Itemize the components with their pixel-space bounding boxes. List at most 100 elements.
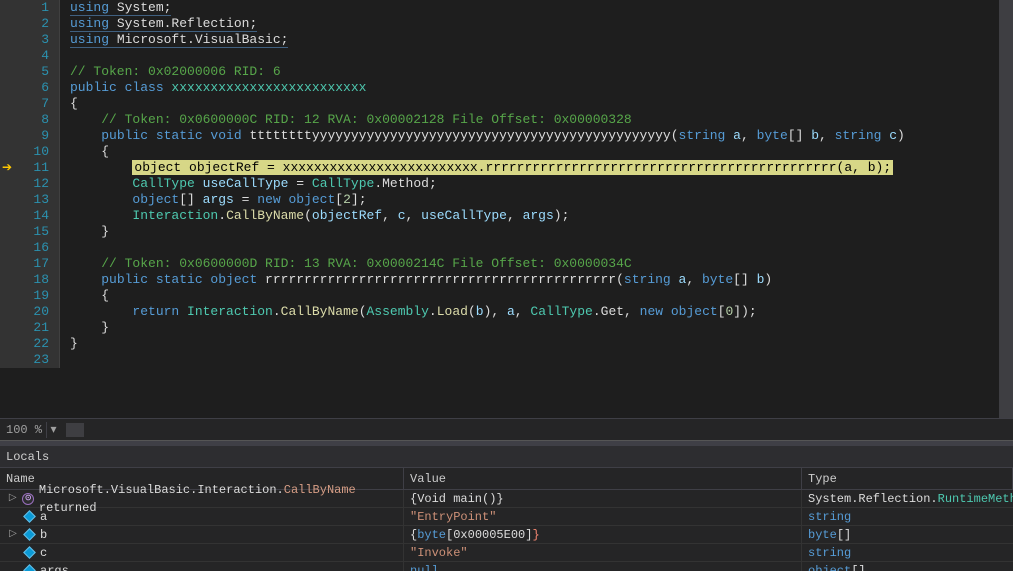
code-line[interactable]: 21 } <box>0 320 1013 336</box>
glyph-margin[interactable] <box>0 256 18 272</box>
glyph-margin[interactable] <box>0 80 18 96</box>
code-text[interactable]: public class xxxxxxxxxxxxxxxxxxxxxxxxx <box>60 80 1013 96</box>
glyph-margin[interactable] <box>0 0 18 16</box>
code-text[interactable]: using Microsoft.VisualBasic; <box>60 32 1013 48</box>
code-text[interactable]: // Token: 0x02000006 RID: 6 <box>60 64 1013 80</box>
code-line[interactable]: 19 { <box>0 288 1013 304</box>
code-line[interactable]: 22} <box>0 336 1013 352</box>
code-text[interactable]: public static void ttttttttyyyyyyyyyyyyy… <box>60 128 1013 144</box>
line-number: 10 <box>18 144 60 160</box>
code-text[interactable]: object[] args = new object[2]; <box>60 192 1013 208</box>
line-number: 3 <box>18 32 60 48</box>
code-line[interactable]: 20 return Interaction.CallByName(Assembl… <box>0 304 1013 320</box>
glyph-margin[interactable] <box>0 272 18 288</box>
locals-name-cell[interactable]: c <box>0 544 404 561</box>
code-line[interactable]: 14 Interaction.CallByName(objectRef, c, … <box>0 208 1013 224</box>
glyph-margin[interactable] <box>0 112 18 128</box>
locals-name-text: b <box>40 526 47 544</box>
code-text[interactable] <box>60 48 1013 64</box>
expander-icon[interactable]: ▷ <box>8 526 18 544</box>
code-text[interactable]: { <box>60 96 1013 112</box>
code-line[interactable]: 3using Microsoft.VisualBasic; <box>0 32 1013 48</box>
code-text[interactable]: } <box>60 336 1013 352</box>
code-text[interactable]: using System; <box>60 0 1013 16</box>
glyph-margin[interactable] <box>0 144 18 160</box>
code-line[interactable]: 1using System; <box>0 0 1013 16</box>
code-editor[interactable]: 1using System;2using System.Reflection;3… <box>0 0 1013 418</box>
code-text[interactable]: { <box>60 144 1013 160</box>
line-number: 1 <box>18 0 60 16</box>
line-number: 16 <box>18 240 60 256</box>
code-line[interactable]: 4 <box>0 48 1013 64</box>
glyph-margin[interactable] <box>0 16 18 32</box>
code-line[interactable]: 23 <box>0 352 1013 368</box>
glyph-margin[interactable] <box>0 96 18 112</box>
glyph-margin[interactable] <box>0 64 18 80</box>
code-line[interactable]: 9 public static void ttttttttyyyyyyyyyyy… <box>0 128 1013 144</box>
code-line[interactable]: 10 { <box>0 144 1013 160</box>
code-text[interactable]: } <box>60 224 1013 240</box>
locals-row[interactable]: c"Invoke"string <box>0 544 1013 562</box>
locals-value-cell[interactable]: "Invoke" <box>404 544 802 561</box>
code-line[interactable]: 16 <box>0 240 1013 256</box>
glyph-margin[interactable] <box>0 240 18 256</box>
locals-row[interactable]: ▷⊙Microsoft.VisualBasic.Interaction.Call… <box>0 490 1013 508</box>
locals-name-cell[interactable]: ▷⊙Microsoft.VisualBasic.Interaction.Call… <box>0 490 404 507</box>
code-text[interactable] <box>60 352 1013 368</box>
glyph-margin[interactable]: ➔ <box>0 160 18 176</box>
locals-header-type[interactable]: Type <box>802 468 1013 489</box>
zoom-level[interactable]: 100 % <box>6 423 46 437</box>
glyph-margin[interactable] <box>0 208 18 224</box>
code-text[interactable]: // Token: 0x0600000C RID: 12 RVA: 0x0000… <box>60 112 1013 128</box>
code-text[interactable]: Interaction.CallByName(objectRef, c, use… <box>60 208 1013 224</box>
glyph-margin[interactable] <box>0 352 18 368</box>
expander-icon[interactable]: ▷ <box>8 490 18 508</box>
locals-header-value[interactable]: Value <box>404 468 802 489</box>
code-text[interactable]: return Interaction.CallByName(Assembly.L… <box>60 304 1013 320</box>
code-text[interactable] <box>60 240 1013 256</box>
code-line[interactable]: 2using System.Reflection; <box>0 16 1013 32</box>
code-text[interactable]: { <box>60 288 1013 304</box>
glyph-margin[interactable] <box>0 336 18 352</box>
locals-name-cell[interactable]: a <box>0 508 404 525</box>
code-line[interactable]: 18 public static object rrrrrrrrrrrrrrrr… <box>0 272 1013 288</box>
glyph-margin[interactable] <box>0 176 18 192</box>
code-line[interactable]: 7{ <box>0 96 1013 112</box>
locals-value-cell[interactable]: {byte[0x00005E00]} <box>404 526 802 543</box>
code-line[interactable]: 8 // Token: 0x0600000C RID: 12 RVA: 0x00… <box>0 112 1013 128</box>
locals-name-cell[interactable]: ▷b <box>0 526 404 543</box>
locals-row[interactable]: argsnullobject[] <box>0 562 1013 571</box>
glyph-margin[interactable] <box>0 48 18 64</box>
glyph-margin[interactable] <box>0 304 18 320</box>
code-line[interactable]: ➔11 object objectRef = xxxxxxxxxxxxxxxxx… <box>0 160 1013 176</box>
locals-value-cell[interactable]: null <box>404 562 802 571</box>
line-number: 6 <box>18 80 60 96</box>
code-line[interactable]: 12 CallType useCallType = CallType.Metho… <box>0 176 1013 192</box>
glyph-margin[interactable] <box>0 224 18 240</box>
code-line[interactable]: 13 object[] args = new object[2]; <box>0 192 1013 208</box>
glyph-margin[interactable] <box>0 288 18 304</box>
locals-panel: Locals Name Value Type ▷⊙Microsoft.Visua… <box>0 446 1013 571</box>
glyph-margin[interactable] <box>0 128 18 144</box>
code-text[interactable]: // Token: 0x0600000D RID: 13 RVA: 0x0000… <box>60 256 1013 272</box>
code-line[interactable]: 17 // Token: 0x0600000D RID: 13 RVA: 0x0… <box>0 256 1013 272</box>
code-text[interactable]: public static object rrrrrrrrrrrrrrrrrrr… <box>60 272 1013 288</box>
zoom-dropdown-icon[interactable]: ▾ <box>46 422 60 438</box>
horizontal-scroll-nub[interactable] <box>66 423 84 437</box>
locals-row[interactable]: a"EntryPoint"string <box>0 508 1013 526</box>
code-text[interactable]: object objectRef = xxxxxxxxxxxxxxxxxxxxx… <box>60 160 1013 176</box>
glyph-margin[interactable] <box>0 32 18 48</box>
code-line[interactable]: 15 } <box>0 224 1013 240</box>
locals-value-cell[interactable]: {Void main()} <box>404 490 802 507</box>
code-text[interactable]: } <box>60 320 1013 336</box>
code-line[interactable]: 6public class xxxxxxxxxxxxxxxxxxxxxxxxx <box>0 80 1013 96</box>
glyph-margin[interactable] <box>0 320 18 336</box>
locals-row[interactable]: ▷b{byte[0x00005E00]}byte[] <box>0 526 1013 544</box>
code-text[interactable]: using System.Reflection; <box>60 16 1013 32</box>
locals-value-cell[interactable]: "EntryPoint" <box>404 508 802 525</box>
vertical-scrollbar[interactable] <box>999 0 1013 418</box>
code-text[interactable]: CallType useCallType = CallType.Method; <box>60 176 1013 192</box>
code-line[interactable]: 5// Token: 0x02000006 RID: 6 <box>0 64 1013 80</box>
glyph-margin[interactable] <box>0 192 18 208</box>
locals-name-cell[interactable]: args <box>0 562 404 571</box>
